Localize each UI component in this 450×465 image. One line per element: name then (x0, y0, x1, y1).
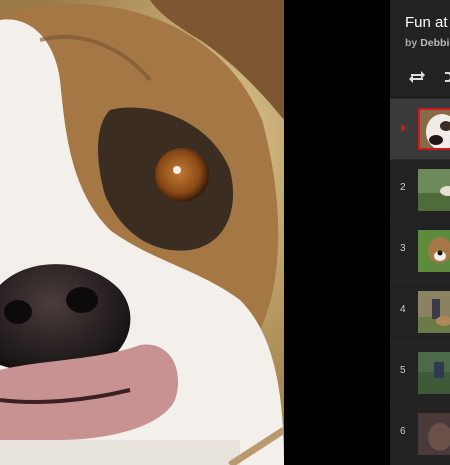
item-index: 3 (400, 243, 406, 254)
video-letterbox (284, 0, 390, 465)
now-playing-icon (401, 124, 407, 132)
video-frame-boxer-dog (0, 0, 284, 465)
playlist-owner[interactable]: Debbie (420, 37, 450, 49)
playlist-items: 2 3 4 5 6 (390, 98, 450, 464)
byline-prefix: by (405, 37, 418, 49)
item-index: 4 (400, 304, 406, 315)
item-index: 6 (400, 426, 406, 437)
video-thumbnail (418, 413, 450, 455)
video-thumbnail (418, 108, 450, 150)
playlist-item[interactable]: 4 (390, 281, 450, 342)
loop-icon[interactable] (408, 69, 426, 85)
playlist-item[interactable]: 3 (390, 220, 450, 281)
video-player[interactable] (0, 0, 284, 465)
playlist-item[interactable] (390, 98, 450, 159)
playlist-header: Fun at by Debbie (390, 0, 450, 60)
video-thumbnail (418, 291, 450, 333)
playlist-item[interactable]: 2 (390, 159, 450, 220)
playlist-byline: by Debbie (405, 37, 450, 49)
shuffle-icon[interactable] (444, 69, 450, 85)
video-thumbnail (418, 169, 450, 211)
item-index: 5 (400, 365, 406, 376)
playlist-item[interactable]: 5 (390, 342, 450, 403)
item-index: 2 (400, 182, 406, 193)
video-thumbnail (418, 230, 450, 272)
playlist-item[interactable]: 6 (390, 403, 450, 464)
playlist-panel: Fun at by Debbie (390, 0, 450, 465)
playlist-controls (390, 60, 450, 98)
video-thumbnail (418, 352, 450, 394)
playlist-title[interactable]: Fun at (405, 14, 450, 31)
